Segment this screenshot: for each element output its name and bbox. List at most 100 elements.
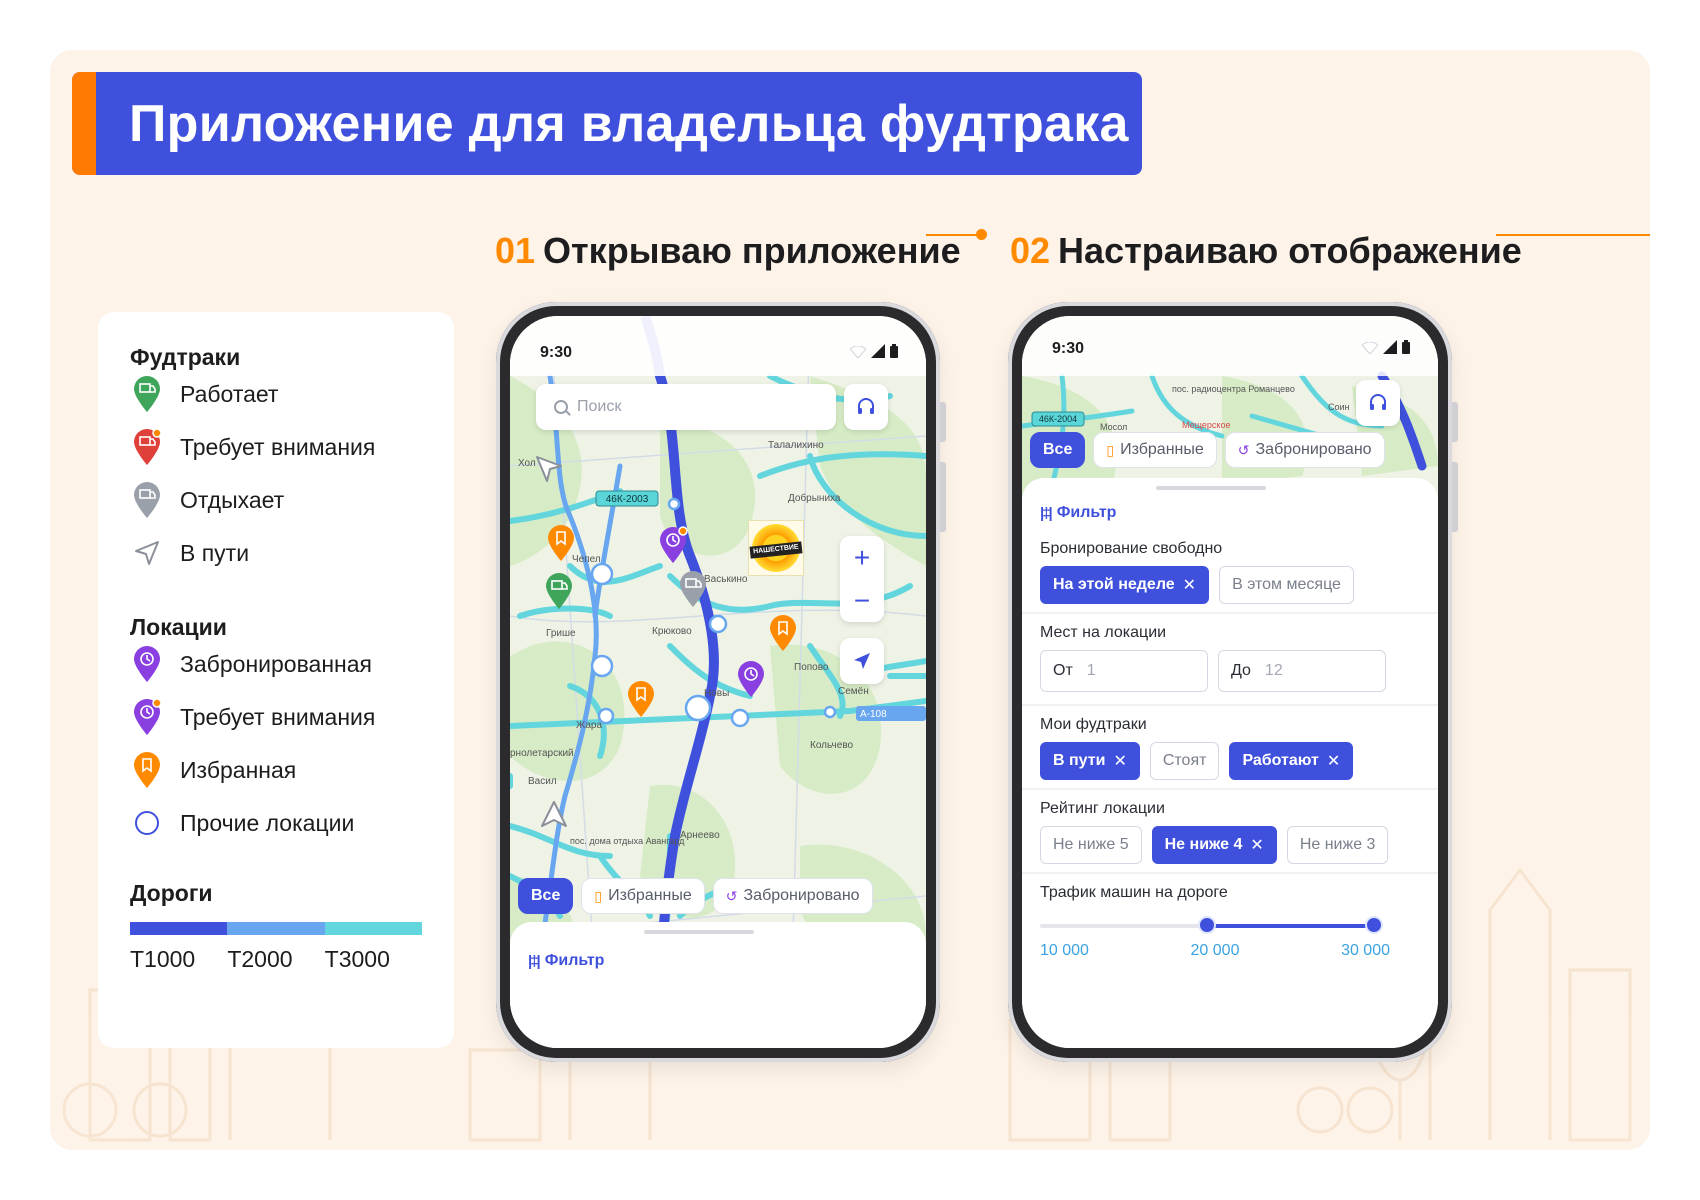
trucks-option-on-the-way[interactable]: В пути ✕ <box>1040 742 1140 780</box>
phone-side-button <box>940 402 946 442</box>
map-label: Попово <box>794 662 829 673</box>
slider-max-label: 30 000 <box>1341 942 1390 959</box>
step-connector-next <box>1496 234 1650 236</box>
step-connector-dot <box>976 229 987 240</box>
tab-all[interactable]: Все <box>1030 432 1086 468</box>
history-icon: ↺ <box>725 887 738 904</box>
map-label: Добрыниха <box>788 492 841 504</box>
places-to-field[interactable]: До 12 <box>1218 650 1386 692</box>
trucks-option-working[interactable]: Работают ✕ <box>1229 742 1354 780</box>
rating-option-label: Не ниже 5 <box>1053 836 1129 853</box>
close-icon[interactable]: ✕ <box>1250 835 1263 855</box>
step-2-number: 02 <box>1010 230 1051 271</box>
road-number-badge: 46К-2003 <box>606 494 649 505</box>
tab-favorites[interactable]: ▯ Избранные <box>1093 432 1217 468</box>
title-banner: Приложение для владельца фудтрака <box>72 72 1142 175</box>
tab-booked-label: Забронировано <box>743 887 860 904</box>
bottom-sheet[interactable]: |‡| Фильтр <box>510 922 926 1048</box>
map-label: пос. радиоцентра Романцево <box>1172 384 1295 394</box>
support-button[interactable] <box>1356 380 1400 426</box>
booking-option-label: На этой неделе <box>1053 576 1175 593</box>
wifi-icon <box>1362 342 1378 354</box>
search-input[interactable]: Поиск <box>536 384 836 430</box>
filter-button[interactable]: |‡| Фильтр <box>1040 504 1116 522</box>
close-icon[interactable]: ✕ <box>1183 575 1196 595</box>
map-label: Васил <box>528 776 557 787</box>
map-filter-tabs: Все ▯ Избранные ↺ Забронировано <box>518 878 873 914</box>
sheet-handle[interactable] <box>1156 486 1266 490</box>
legend-item-label: Отдыхает <box>180 486 285 513</box>
support-button[interactable] <box>844 384 888 430</box>
navigation-arrow-icon <box>854 653 870 669</box>
rating-options: Не ниже 5 Не ниже 4 ✕ Не ниже 3 <box>1040 826 1389 864</box>
map-label: Семён <box>838 686 869 697</box>
navigation-arrow-icon <box>130 533 164 573</box>
bookmark-icon: ▯ <box>1106 441 1115 458</box>
map-label: Мещерское <box>1182 420 1230 430</box>
booking-option-label: В этом месяце <box>1232 576 1341 593</box>
search-placeholder: Поиск <box>577 398 622 415</box>
legend-item-label: Работает <box>180 380 279 407</box>
legend-roads-heading: Дороги <box>130 880 213 906</box>
rating-option-5[interactable]: Не ниже 5 <box>1040 826 1142 864</box>
legend-item-label: Требует внимания <box>180 433 376 460</box>
step-2-label: Настраиваю отображение <box>1058 230 1522 271</box>
road-number-badge: А-108 <box>860 709 887 720</box>
filter-button[interactable]: |‡| Фильтр <box>528 952 604 970</box>
traffic-label: Трафик машин на дороге <box>1040 884 1228 901</box>
slider-knob-end[interactable] <box>1365 916 1383 934</box>
status-icons <box>850 344 898 358</box>
rating-option-3[interactable]: Не ниже 3 <box>1286 826 1389 864</box>
map-label: Талалихино <box>768 440 824 451</box>
close-icon[interactable]: ✕ <box>1327 751 1340 771</box>
status-bar: 9:30 <box>1022 316 1438 376</box>
legend-item-label: В пути <box>180 539 250 566</box>
filter-label: Фильтр <box>544 952 605 969</box>
close-icon[interactable]: ✕ <box>1113 751 1126 771</box>
step-1-heading: 01 Открываю приложение <box>495 230 961 272</box>
places-from-placeholder: 1 <box>1086 662 1096 679</box>
tab-booked-label: Забронировано <box>1255 441 1372 458</box>
bookmark-pin-icon <box>130 750 164 790</box>
zoom-in-button[interactable]: + <box>840 536 884 579</box>
road-t1000-swatch <box>130 922 228 935</box>
circle-icon <box>130 803 164 843</box>
step-1-label: Открываю приложение <box>543 230 961 271</box>
map-label: Чепел <box>572 554 601 565</box>
booking-option-this-week[interactable]: На этой неделе ✕ <box>1040 566 1210 604</box>
festival-logo[interactable]: НАШЕСТВИЕ <box>748 520 804 576</box>
map-label: Жара <box>576 720 602 731</box>
slider-knob-start[interactable] <box>1198 916 1216 934</box>
tab-favorites[interactable]: ▯ Избранные <box>581 878 705 914</box>
phone-mockup-1: Талалихино Добрыниха Васькино Крюково По… <box>496 302 946 1062</box>
phone-mockup-2: пос. радиоцентра Романцево Соин Мосол Ме… <box>1008 302 1458 1062</box>
rating-option-4[interactable]: Не ниже 4 ✕ <box>1151 826 1277 864</box>
map-filter-tabs: Все ▯ Избранные ↺ Забронировано <box>1030 432 1385 468</box>
booking-option-this-month[interactable]: В этом месяце <box>1219 566 1354 604</box>
phone-side-button <box>940 462 946 532</box>
battery-icon <box>890 344 898 358</box>
tab-all[interactable]: Все <box>518 878 574 914</box>
phone-2-screen: пос. радиоцентра Романцево Соин Мосол Ме… <box>1022 316 1438 1048</box>
map-label: рнолетарский <box>510 748 574 759</box>
sheet-handle[interactable] <box>644 930 754 934</box>
status-time: 9:30 <box>1052 340 1085 357</box>
status-bar: 9:30 <box>510 316 926 376</box>
sliders-icon: |‡| <box>528 952 541 970</box>
zoom-controls: + − <box>840 536 884 622</box>
map-label: Грише <box>546 628 576 639</box>
legend-card: Фудтраки Работает Требует внимания Отдых… <box>98 312 454 1048</box>
booking-label: Бронирование свободно <box>1040 540 1223 557</box>
step-2-heading: 02 Настраиваю отображение <box>1010 230 1522 272</box>
tab-booked[interactable]: ↺ Забронировано <box>712 878 873 914</box>
places-from-field[interactable]: От 1 <box>1040 650 1208 692</box>
zoom-out-button[interactable]: − <box>840 579 884 622</box>
step-1-number: 01 <box>495 230 536 271</box>
locate-me-button[interactable] <box>840 638 884 684</box>
places-to-label: До <box>1231 662 1251 679</box>
road-t2000-swatch <box>227 922 325 935</box>
tab-booked[interactable]: ↺ Забронировано <box>1224 432 1385 468</box>
wifi-icon <box>850 346 866 358</box>
trucks-option-standing[interactable]: Стоят <box>1149 742 1220 780</box>
road-t3000-swatch <box>324 922 422 935</box>
